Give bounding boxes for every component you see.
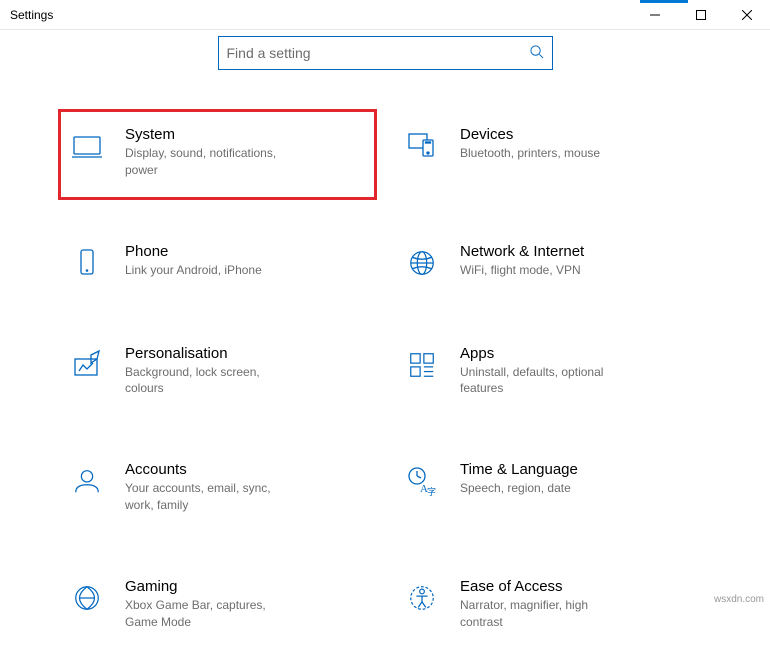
- close-button[interactable]: [724, 0, 770, 29]
- category-accounts[interactable]: Accounts Your accounts, email, sync, wor…: [65, 455, 370, 520]
- phone-icon: [69, 245, 105, 281]
- accent-bar: [640, 0, 688, 3]
- search-icon: [529, 44, 544, 62]
- category-ease-of-access[interactable]: Ease of Access Narrator, magnifier, high…: [400, 572, 705, 637]
- search-box[interactable]: [218, 36, 553, 70]
- devices-icon: [404, 128, 440, 164]
- category-desc: Your accounts, email, sync, work, family: [125, 480, 290, 514]
- category-personalisation[interactable]: Personalisation Background, lock screen,…: [65, 339, 370, 404]
- category-network[interactable]: Network & Internet WiFi, flight mode, VP…: [400, 237, 705, 287]
- svg-text:字: 字: [427, 486, 436, 497]
- category-desc: Speech, region, date: [460, 480, 625, 497]
- category-title: Accounts: [125, 461, 366, 478]
- accounts-icon: [69, 463, 105, 499]
- category-system[interactable]: System Display, sound, notifications, po…: [58, 109, 377, 200]
- category-desc: Narrator, magnifier, high contrast: [460, 597, 625, 631]
- apps-icon: [404, 347, 440, 383]
- category-title: System: [125, 126, 366, 143]
- ease-of-access-icon: [404, 580, 440, 616]
- category-title: Gaming: [125, 578, 366, 595]
- window-title: Settings: [10, 8, 53, 22]
- minimize-icon: [650, 10, 660, 20]
- category-title: Ease of Access: [460, 578, 701, 595]
- category-desc: WiFi, flight mode, VPN: [460, 262, 625, 279]
- category-desc: Xbox Game Bar, captures, Game Mode: [125, 597, 290, 631]
- category-title: Devices: [460, 126, 701, 143]
- category-desc: Bluetooth, printers, mouse: [460, 145, 625, 162]
- category-time-language[interactable]: A 字 Time & Language Speech, region, date: [400, 455, 705, 520]
- settings-categories: System Display, sound, notifications, po…: [65, 120, 705, 636]
- category-desc: Link your Android, iPhone: [125, 262, 290, 279]
- category-title: Network & Internet: [460, 243, 701, 260]
- globe-icon: [404, 245, 440, 281]
- close-icon: [742, 10, 752, 20]
- titlebar: Settings: [0, 0, 770, 30]
- time-language-icon: A 字: [404, 463, 440, 499]
- maximize-button[interactable]: [678, 0, 724, 29]
- category-desc: Background, lock screen, colours: [125, 364, 290, 398]
- category-devices[interactable]: Devices Bluetooth, printers, mouse: [400, 120, 705, 185]
- window-buttons: [632, 0, 770, 29]
- search-input[interactable]: [227, 45, 523, 61]
- content: System Display, sound, notifications, po…: [0, 30, 770, 656]
- category-title: Time & Language: [460, 461, 701, 478]
- category-apps[interactable]: Apps Uninstall, defaults, optional featu…: [400, 339, 705, 404]
- gaming-icon: [69, 580, 105, 616]
- category-title: Apps: [460, 345, 701, 362]
- watermark: wsxdn.com: [714, 594, 764, 605]
- category-title: Personalisation: [125, 345, 366, 362]
- category-gaming[interactable]: Gaming Xbox Game Bar, captures, Game Mod…: [65, 572, 370, 637]
- display-icon: [69, 128, 105, 164]
- category-desc: Display, sound, notifications, power: [125, 145, 290, 179]
- minimize-button[interactable]: [632, 0, 678, 29]
- category-desc: Uninstall, defaults, optional features: [460, 364, 625, 398]
- maximize-icon: [696, 10, 706, 20]
- category-title: Phone: [125, 243, 366, 260]
- category-phone[interactable]: Phone Link your Android, iPhone: [65, 237, 370, 287]
- paint-icon: [69, 347, 105, 383]
